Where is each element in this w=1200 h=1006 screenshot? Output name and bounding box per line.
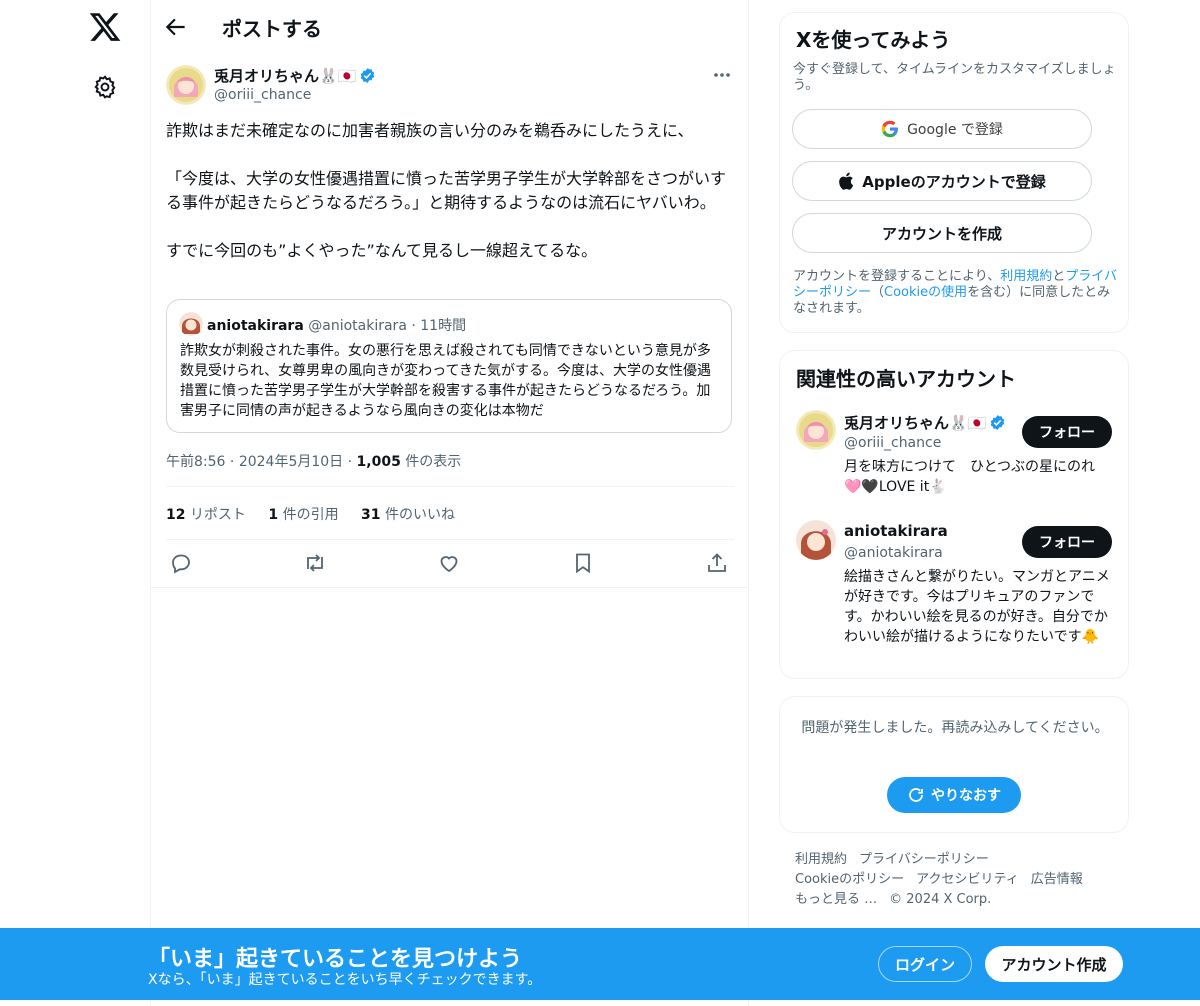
footer-link[interactable]: もっと見る … [795, 892, 877, 907]
footer-link[interactable]: プライバシーポリシー [859, 852, 989, 867]
repost-icon[interactable] [303, 551, 327, 575]
author-name[interactable]: 兎月オリちゃん🐰🇯🇵 [214, 65, 376, 86]
create-account-label: アカウントを作成 [881, 224, 1002, 243]
reposts-count: 12 [166, 507, 186, 523]
page-title: ポストする [222, 17, 322, 41]
follow-button[interactable]: フォロー [1022, 526, 1112, 558]
footer-link[interactable]: 広告情報 [1031, 872, 1083, 887]
footer-row: もっと見る … © 2024 X Corp. [795, 890, 1125, 910]
google-signup-label: Google で登録 [907, 122, 1003, 138]
copyright: © 2024 X Corp. [889, 892, 992, 907]
like-icon[interactable] [437, 551, 461, 575]
account-avatar[interactable] [796, 520, 836, 560]
likes-stat[interactable]: 31 件のいいね [361, 507, 455, 523]
login-button[interactable]: ログイン [878, 946, 972, 982]
verified-badge-icon [991, 415, 1005, 430]
post-stats: 12 リポスト 1 件の引用 31 件のいいね [166, 504, 473, 524]
quote-header: aniotakirara @aniotakirara · 11時間 [207, 315, 466, 335]
post-text: 詐欺はまだ未確定なのに加害者親族の言い分のみを鵜呑みにしたうえに、 「今度は、大… [166, 119, 732, 263]
signup-title: Xを使ってみよう [796, 28, 951, 52]
retry-button[interactable]: やりなおす [887, 777, 1021, 813]
signup-button[interactable]: アカウント作成 [985, 946, 1123, 982]
post-paragraph [166, 143, 732, 167]
reposts-stat[interactable]: 12 リポスト [166, 507, 246, 523]
likes-label: 件のいいね [384, 507, 455, 523]
apple-icon [839, 172, 854, 190]
arrow-left-icon[interactable] [163, 14, 189, 40]
quotes-label: 件の引用 [282, 507, 339, 523]
footer-link[interactable]: 利用規約 [795, 852, 847, 867]
google-icon [881, 120, 899, 138]
reposts-label: リポスト [189, 507, 246, 523]
apple-signup-label: Appleのアカウントで登録 [862, 172, 1046, 191]
account-bio: 絵描きさんと繋がりたい。マンガとアニメが好きです。今はプリキュアのファンです。か… [844, 569, 1110, 645]
author-handle[interactable]: @oriii_chance [214, 87, 311, 103]
footer-row: Cookieのポリシー アクセシビリティ 広告情報 [795, 870, 1125, 890]
account-handle[interactable]: @aniotakirara [844, 545, 943, 561]
divider [166, 486, 734, 487]
signup-terms: アカウントを登録することにより、利用規約とプライバシーポリシー（Cookieの使… [793, 269, 1118, 317]
meta-separator: · [347, 454, 357, 470]
author-name-text: 兎月オリちゃん🐰🇯🇵 [214, 67, 357, 85]
footer-link[interactable]: アクセシビリティ [916, 872, 1019, 887]
divider [166, 539, 734, 540]
divider [151, 587, 748, 588]
quote-separator: · [411, 318, 421, 334]
avatar[interactable] [166, 65, 206, 105]
footer-link[interactable]: Cookieのポリシー [795, 872, 904, 887]
quotes-stat[interactable]: 1 件の引用 [268, 507, 338, 523]
account-handle[interactable]: @oriii_chance [844, 435, 941, 451]
meta-separator: · [229, 454, 239, 470]
bookmark-icon[interactable] [571, 551, 595, 575]
verified-badge-icon [361, 68, 375, 83]
apple-signup-button[interactable]: Appleのアカウントで登録 [792, 161, 1092, 201]
quote-author-handle: @aniotakirara [308, 318, 407, 334]
create-account-button[interactable]: アカウントを作成 [792, 213, 1092, 253]
views-count: 1,005 [356, 454, 401, 470]
post-paragraph [166, 215, 732, 239]
quote-author-name: aniotakirara [207, 318, 304, 334]
terms-link[interactable]: 利用規約 [1000, 269, 1052, 284]
quote-avatar [179, 312, 203, 336]
quote-text: 詐欺女が刺殺された事件。女の悪行を思えば殺されても同情できないという意見が多数見… [180, 343, 712, 419]
cookie-link[interactable]: Cookieの使用 [884, 285, 967, 300]
footer-row: 利用規約 プライバシーポリシー [795, 850, 1125, 870]
terms-and: と [1052, 269, 1066, 284]
quote-time: 11時間 [420, 318, 467, 334]
share-icon[interactable] [705, 551, 729, 575]
account-name-text: 兎月オリちゃん🐰🇯🇵 [844, 414, 987, 432]
signup-subtitle: 今すぐ登録して、タイムラインをカスタマイズしましょう。 [793, 62, 1116, 93]
account-avatar[interactable] [796, 410, 836, 450]
account-name[interactable]: aniotakirara [844, 522, 948, 540]
google-signup-button[interactable]: Google で登録 [792, 109, 1092, 149]
account-bio: 月を味方につけて ひとつぶの星にのれ🩷🖤LOVE it🐇 [844, 459, 1096, 495]
refresh-icon [909, 788, 923, 802]
footer-links: 利用規約 プライバシーポリシー Cookieのポリシー アクセシビリティ 広告情報 も… [795, 850, 1125, 910]
gear-icon[interactable] [92, 74, 118, 100]
related-title: 関連性の高いアカウント [796, 367, 1016, 391]
x-logo-icon[interactable] [88, 10, 122, 44]
post-paragraph: 「今度は、大学の女性優遇措置に憤った苦学男子学生が大学幹部をさつがいする事件が起… [166, 169, 727, 212]
likes-count: 31 [361, 507, 381, 523]
post-date[interactable]: 2024年5月10日 [239, 454, 343, 470]
retry-label: やりなおす [931, 788, 1001, 804]
follow-button[interactable]: フォロー [1022, 416, 1112, 448]
post-time[interactable]: 午前8:56 [166, 454, 225, 470]
more-icon[interactable] [711, 66, 733, 84]
post-paragraph: 詐欺はまだ未確定なのに加害者親族の言い分のみを鵜呑みにしたうえに、 [166, 121, 694, 140]
post-paragraph: すでに今回のも”よくやった”なんて見るし一線超えてるな。 [166, 241, 598, 260]
account-name[interactable]: 兎月オリちゃん🐰🇯🇵 [844, 412, 1006, 433]
terms-mid: （ [871, 285, 885, 300]
quotes-count: 1 [268, 507, 279, 523]
views-label: 件の表示 [405, 454, 462, 470]
reply-icon[interactable] [169, 551, 193, 575]
error-message: 問題が発生しました。再読み込みしてください。 [801, 720, 1109, 736]
terms-prefix: アカウントを登録することにより、 [793, 269, 1001, 284]
banner-subtitle: Xなら、「いま」起きていることをいち早くチェックできます。 [148, 972, 542, 988]
post-meta: 午前8:56 · 2024年5月10日 · 1,005 件の表示 [166, 451, 461, 471]
